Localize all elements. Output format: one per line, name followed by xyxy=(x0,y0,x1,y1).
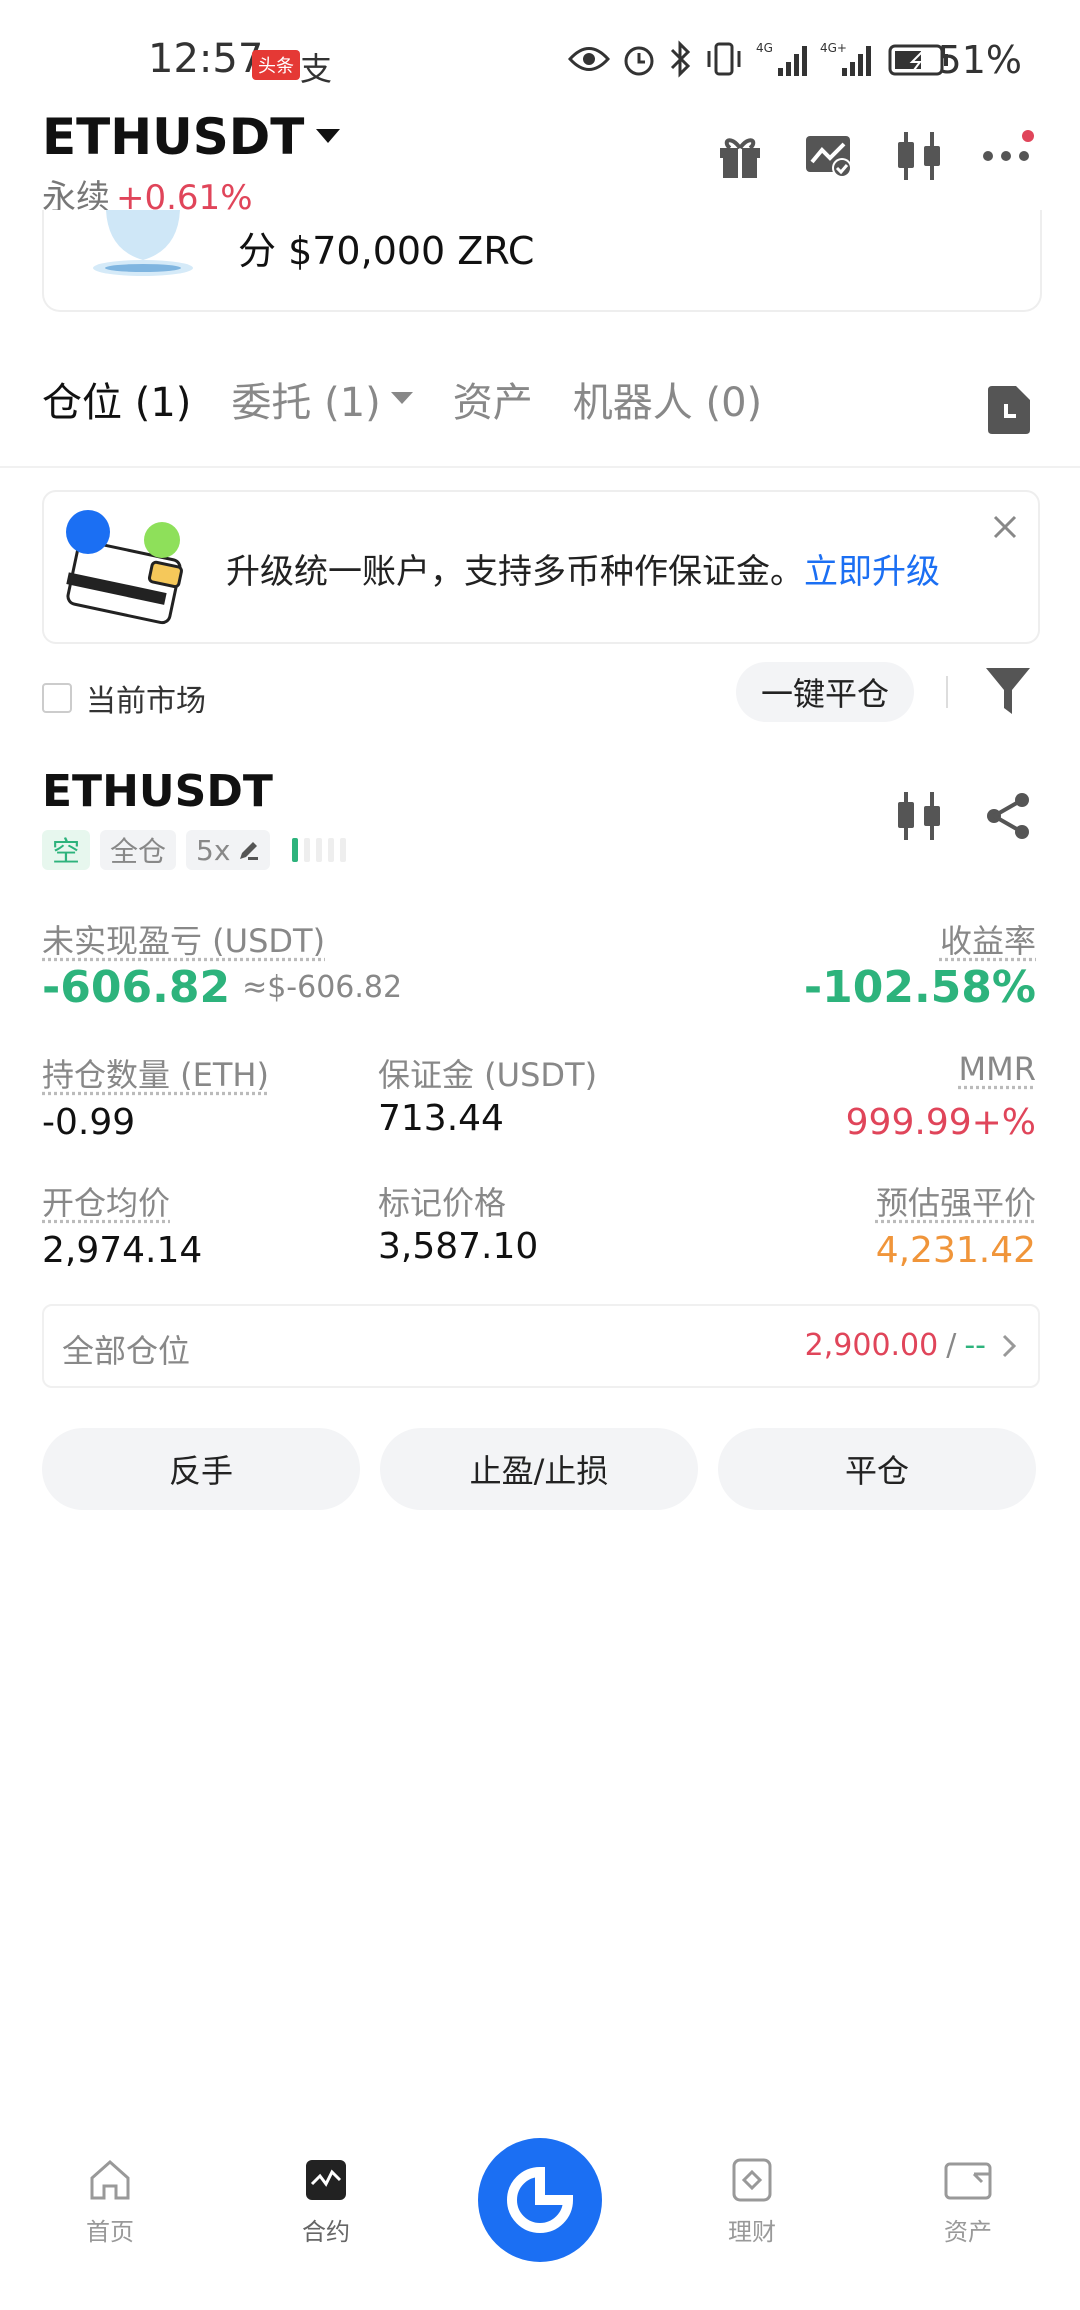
all-positions-values: 2,900.00 / -- xyxy=(805,1328,1016,1363)
roe-value: -102.58% xyxy=(803,962,1036,1013)
tab-positions[interactable]: 仓位 (1) xyxy=(42,370,191,428)
mmr-label[interactable]: MMR xyxy=(959,1050,1036,1088)
tabs-divider xyxy=(0,466,1080,468)
position-symbol[interactable]: ETHUSDT xyxy=(42,766,273,817)
margin-mode-tag: 全仓 xyxy=(100,830,177,870)
tpsl-button[interactable]: 止盈/止损 xyxy=(380,1428,698,1510)
mmr-value: 999.99+% xyxy=(845,1102,1036,1143)
toutiao-badge: 头条 xyxy=(252,50,300,80)
qty-label[interactable]: 持仓数量 (ETH) xyxy=(42,1050,269,1096)
nav-assets[interactable]: 资产 xyxy=(908,2150,1028,2310)
caret-down-icon xyxy=(316,129,341,143)
battery-percent: 51% xyxy=(937,38,1022,82)
pair-selector[interactable]: ETHUSDT xyxy=(42,108,341,166)
nav-futures[interactable]: 合约 xyxy=(266,2150,386,2310)
svg-text:4G: 4G xyxy=(756,41,773,55)
all-positions-sep: / xyxy=(946,1328,957,1363)
vibrate-icon xyxy=(707,42,741,76)
all-positions-row[interactable]: 全部仓位 2,900.00 / -- xyxy=(42,1304,1040,1388)
signal-icon: 4G xyxy=(756,41,807,76)
all-positions-amount: 2,900.00 xyxy=(804,1328,939,1363)
margin-label: 保证金 (USDT) xyxy=(378,1056,598,1094)
candlestick-icon[interactable] xyxy=(896,792,942,840)
home-icon xyxy=(90,2159,130,2200)
gift-icon[interactable] xyxy=(716,132,764,180)
trophy-image xyxy=(93,210,193,276)
unrealized-pnl: -606.82 ≈$-606.82 xyxy=(42,962,402,1013)
margin-value: 713.44 xyxy=(378,1098,504,1139)
chart-check-icon[interactable] xyxy=(804,134,854,180)
candlestick-icon[interactable] xyxy=(896,130,942,182)
leverage-value: 5x xyxy=(196,833,231,867)
earn-icon xyxy=(732,2158,772,2202)
promo-text: 分 $70,000 ZRC xyxy=(238,229,535,273)
promo-card[interactable]: 分 $70,000 ZRC xyxy=(42,210,1042,312)
all-positions-label: 全部仓位 xyxy=(62,1332,191,1370)
bluetooth-icon xyxy=(670,40,691,78)
nav-assets-label: 资产 xyxy=(944,2218,992,2246)
eye-icon xyxy=(568,47,610,71)
alarm-icon xyxy=(624,46,654,76)
adl-indicator xyxy=(292,838,347,862)
unrealized-pnl-label[interactable]: 未实现盈亏 (USDT) xyxy=(42,916,325,962)
banner-text: 升级统一账户，支持多币种作保证金。立即升级 xyxy=(226,544,940,593)
close-all-button[interactable]: 一键平仓 xyxy=(736,662,914,722)
entry-price-label[interactable]: 开仓均价 xyxy=(42,1178,170,1224)
pair-name: ETHUSDT xyxy=(42,108,305,166)
banner-message: 升级统一账户，支持多币种作保证金。 xyxy=(226,552,804,592)
position-tags: 空 全仓 5x xyxy=(42,830,347,870)
wallet-illustration-icon xyxy=(66,510,183,625)
side-tag: 空 xyxy=(42,830,91,870)
tab-bots[interactable]: 机器人 (0) xyxy=(573,370,762,428)
signal-2-icon: 4G+ xyxy=(820,41,871,76)
current-market-checkbox[interactable] xyxy=(42,683,72,713)
reverse-button[interactable]: 反手 xyxy=(42,1428,360,1510)
nav-earn[interactable]: 理财 xyxy=(692,2150,812,2310)
chevron-right-icon xyxy=(1002,1334,1016,1357)
trade-fab[interactable] xyxy=(478,2138,602,2262)
nav-home[interactable]: 首页 xyxy=(50,2150,170,2310)
nav-futures-label: 合约 xyxy=(302,2218,350,2246)
roe-label[interactable]: 收益率 xyxy=(940,916,1036,962)
wallet-icon xyxy=(944,2162,992,2200)
upgrade-link[interactable]: 立即升级 xyxy=(804,552,940,592)
edit-icon xyxy=(240,842,259,860)
tab-orders[interactable]: 委托 (1) xyxy=(231,370,413,428)
more-icon[interactable] xyxy=(982,128,1034,164)
position-tabs: 仓位 (1) 委托 (1) 资产 机器人 (0) xyxy=(42,370,802,428)
trade-logo-icon xyxy=(507,2166,574,2233)
futures-icon xyxy=(306,2160,346,2200)
unrealized-pnl-value: -606.82 xyxy=(42,962,231,1013)
tab-assets[interactable]: 资产 xyxy=(453,370,533,428)
current-market-label: 当前市场 xyxy=(86,684,206,719)
mark-price-value: 3,587.10 xyxy=(378,1226,539,1267)
alipay-icon: 支 xyxy=(300,50,333,88)
upgrade-banner: 升级统一账户，支持多币种作保证金。立即升级 xyxy=(42,490,1040,644)
status-bar: 12:57 头条 支 4G 4G+ 51% xyxy=(0,0,1080,120)
qty-value: -0.99 xyxy=(42,1102,136,1143)
status-time: 12:57 xyxy=(148,36,264,82)
unrealized-pnl-usd: ≈$-606.82 xyxy=(242,970,403,1005)
filter-funnel-icon[interactable] xyxy=(986,668,1030,716)
nav-earn-label: 理财 xyxy=(728,2218,776,2246)
close-position-button[interactable]: 平仓 xyxy=(718,1428,1036,1510)
liq-price-value: 4,231.42 xyxy=(875,1230,1036,1271)
svg-text:4G+: 4G+ xyxy=(820,41,847,55)
history-doc-icon[interactable] xyxy=(986,386,1032,434)
entry-price-value: 2,974.14 xyxy=(42,1230,203,1271)
share-icon[interactable] xyxy=(984,792,1032,840)
caret-down-icon xyxy=(390,392,413,404)
filter-divider xyxy=(946,676,948,708)
tab-orders-label: 委托 (1) xyxy=(231,380,381,426)
nav-home-label: 首页 xyxy=(86,2218,134,2246)
leverage-tag[interactable]: 5x xyxy=(186,830,271,870)
current-market-filter[interactable]: 当前市场 xyxy=(42,676,206,720)
close-icon[interactable] xyxy=(992,514,1018,540)
liq-price-label[interactable]: 预估强平价 xyxy=(876,1178,1036,1224)
all-positions-dash: -- xyxy=(964,1328,986,1363)
mark-price-label: 标记价格 xyxy=(378,1184,507,1222)
